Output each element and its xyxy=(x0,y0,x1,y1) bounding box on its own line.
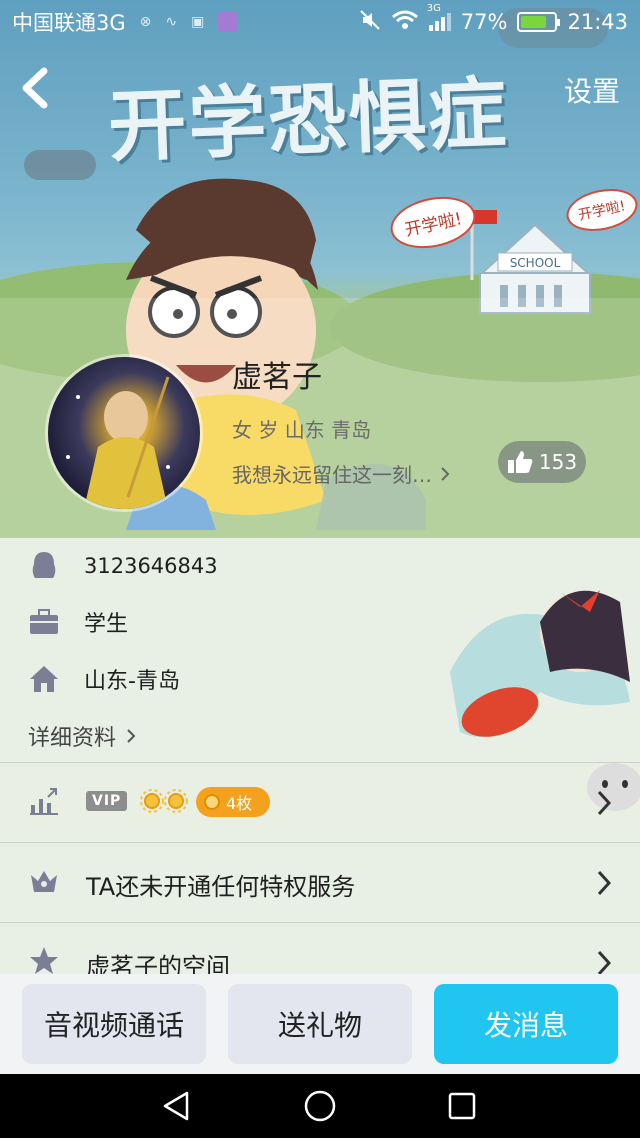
status-bar: 中国联通3G ⊗ ∿ ▣ 3G 77% 21:43 xyxy=(0,0,640,44)
svg-text:SCHOOL: SCHOOL xyxy=(510,256,561,270)
hometown: 山东-青岛 xyxy=(84,669,180,694)
cover-banner-title: 开学恐惧症 xyxy=(106,69,510,173)
like-count: 153 xyxy=(538,450,578,474)
battery-percent: 77% xyxy=(460,10,508,34)
detail-link-label: 详细资料 xyxy=(28,726,117,751)
home-icon xyxy=(28,663,60,695)
circle-home-icon xyxy=(304,1090,336,1122)
vip-level-row[interactable]: VIP 4枚 xyxy=(0,762,640,842)
notification-icon: ⊗ xyxy=(139,14,152,30)
detail-profile-link[interactable]: 详细资料 xyxy=(28,720,136,752)
profile-gender-location: 女 岁 山东 青岛 xyxy=(232,418,372,442)
mute-icon xyxy=(359,9,381,36)
chevron-right-icon xyxy=(597,950,612,974)
nav-recents-button[interactable] xyxy=(444,1088,480,1124)
bottom-action-bar: 音视频通话 送礼物 发消息 xyxy=(0,974,640,1074)
chevron-left-icon xyxy=(22,67,48,109)
vip-badge: VIP xyxy=(86,791,128,811)
signal-icon: 3G xyxy=(427,3,451,31)
settings-button[interactable]: 设置 xyxy=(564,70,620,110)
back-button[interactable] xyxy=(12,62,56,114)
chevron-right-icon xyxy=(597,870,612,896)
network-type-label: 3G xyxy=(426,3,441,14)
send-message-button[interactable]: 发消息 xyxy=(434,984,618,1064)
privilege-row[interactable]: TA还未开通任何特权服务 xyxy=(0,842,640,922)
nav-home-button[interactable] xyxy=(302,1088,338,1124)
system-navigation-bar xyxy=(0,1074,640,1138)
chevron-right-icon xyxy=(441,466,450,481)
coin-badge: 4枚 xyxy=(196,787,270,817)
coin-count: 4枚 xyxy=(226,794,253,813)
qq-number: 3123646843 xyxy=(84,554,218,578)
space-label: 虚茗子的空间 xyxy=(86,953,230,974)
star-space-icon xyxy=(30,947,58,974)
level-chart-icon xyxy=(30,788,58,815)
hometown-row: 山东-青岛 xyxy=(28,663,180,695)
penguin-icon xyxy=(28,550,60,582)
signature-text: 我想永远留住这一刻… xyxy=(232,463,432,487)
activity-icon: ∿ xyxy=(165,14,178,30)
sun-level-icon xyxy=(164,789,188,813)
avatar[interactable] xyxy=(48,357,200,509)
crown-icon xyxy=(31,871,57,892)
send-gift-button[interactable]: 送礼物 xyxy=(228,984,412,1064)
chevron-right-icon xyxy=(127,729,136,743)
video-icon: ▣ xyxy=(191,14,205,30)
signature-link[interactable]: 我想永远留住这一刻… xyxy=(232,459,450,488)
coin-icon xyxy=(204,794,220,810)
profile-nickname: 虚茗子 xyxy=(232,360,322,395)
chevron-right-icon xyxy=(597,790,612,816)
like-button[interactable]: 153 xyxy=(498,441,586,483)
clock: 21:43 xyxy=(567,10,628,34)
wifi-icon xyxy=(391,9,419,36)
qzone-space-row[interactable]: 虚茗子的空间 xyxy=(0,922,640,974)
triangle-back-icon xyxy=(163,1091,189,1121)
video-call-button[interactable]: 音视频通话 xyxy=(22,984,206,1064)
nav-back-button[interactable] xyxy=(158,1088,194,1124)
carrier-label: 中国联通3G xyxy=(12,11,126,35)
occupation: 学生 xyxy=(84,612,129,637)
briefcase-icon xyxy=(28,606,60,638)
privilege-label: TA还未开通任何特权服务 xyxy=(86,873,356,901)
sun-level-icon xyxy=(140,789,164,813)
battery-icon xyxy=(517,12,561,32)
occupation-row: 学生 xyxy=(28,606,128,638)
qq-number-row: 3123646843 xyxy=(28,550,218,582)
square-recents-icon xyxy=(448,1092,476,1120)
gallery-icon xyxy=(218,12,239,32)
thumbs-up-icon xyxy=(507,451,533,473)
